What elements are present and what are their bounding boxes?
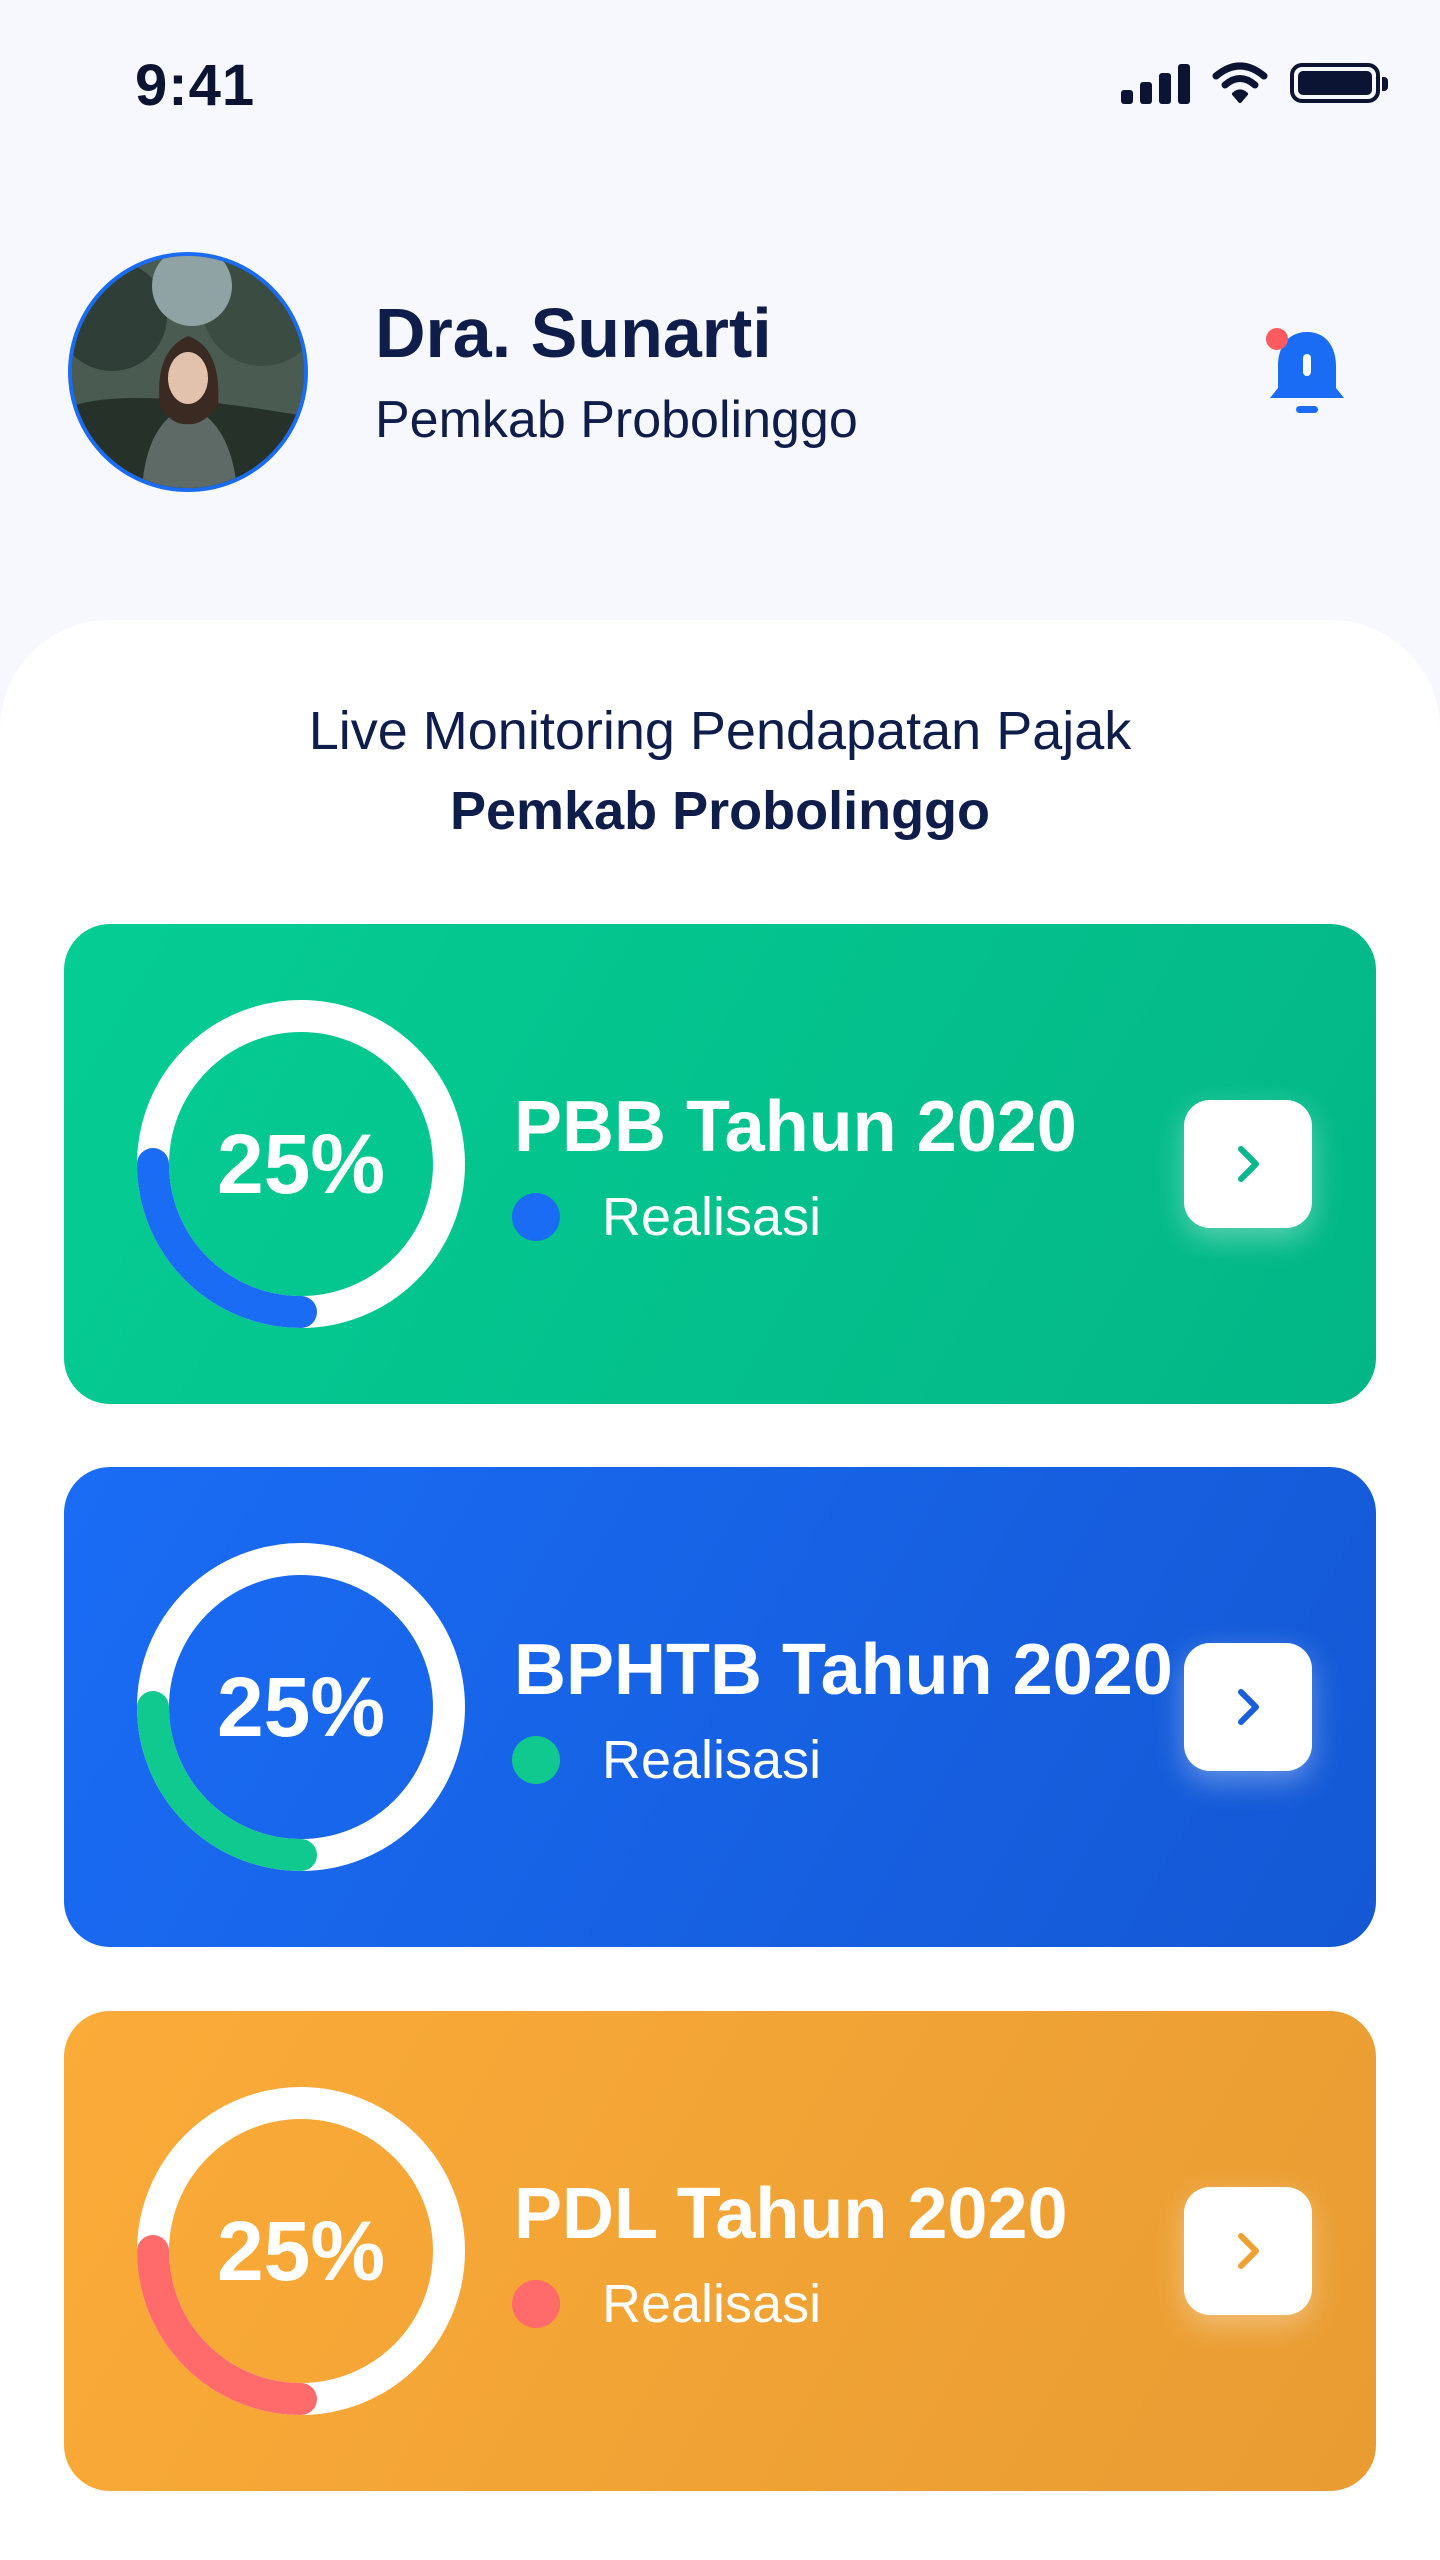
chevron-right-icon — [1238, 2233, 1259, 2269]
chevron-right-icon — [1238, 1689, 1259, 1725]
bell-icon — [1266, 328, 1344, 413]
status-icons — [1121, 62, 1388, 104]
legend: Realisasi — [512, 1186, 821, 1248]
progress-value: 25% — [216, 1116, 386, 1211]
cellular-signal-icon — [1121, 62, 1190, 104]
legend-label: Realisasi — [602, 1187, 822, 1247]
card-bphtb[interactable]: 25% BPHTB Tahun 2020 Realisasi — [64, 1467, 1376, 1947]
legend-dot — [512, 1736, 560, 1784]
progress-value: 25% — [216, 2203, 386, 2298]
legend-label: Realisasi — [602, 2274, 822, 2334]
card-title: BPHTB Tahun 2020 — [514, 1630, 1173, 1710]
progress-value: 25% — [216, 1659, 386, 1754]
status-bar: 9:41 — [0, 0, 1440, 180]
sheet-title: Live Monitoring Pendapatan Pajak — [308, 701, 1132, 761]
sheet-subtitle: Pemkab Probolinggo — [449, 781, 991, 841]
progress-ring: 25% — [137, 2087, 465, 2415]
battery-icon — [1290, 63, 1388, 103]
notification-button[interactable] — [1262, 322, 1352, 422]
progress-ring: 25% — [137, 1000, 465, 1328]
legend-dot — [512, 2280, 560, 2328]
status-time: 9:41 — [135, 53, 256, 118]
legend: Realisasi — [512, 2273, 821, 2335]
wifi-icon — [1212, 62, 1268, 103]
avatar-photo — [72, 256, 304, 488]
notification-dot — [1266, 328, 1288, 350]
legend: Realisasi — [512, 1729, 821, 1791]
card-pdl[interactable]: 25% PDL Tahun 2020 Realisasi — [64, 2011, 1376, 2491]
profile-name: Dra. Sunarti — [375, 294, 772, 372]
card-arrow-button[interactable] — [1184, 2187, 1312, 2315]
card-arrow-button[interactable] — [1184, 1100, 1312, 1228]
legend-label: Realisasi — [602, 1730, 822, 1790]
chevron-right-icon — [1238, 1146, 1259, 1182]
legend-dot — [512, 1193, 560, 1241]
profile-organization: Pemkab Probolinggo — [375, 391, 858, 449]
avatar[interactable] — [68, 252, 308, 492]
card-title: PDL Tahun 2020 — [514, 2174, 1068, 2254]
card-arrow-button[interactable] — [1184, 1643, 1312, 1771]
progress-ring: 25% — [137, 1543, 465, 1871]
card-title: PBB Tahun 2020 — [514, 1087, 1077, 1167]
card-pbb[interactable]: 25% PBB Tahun 2020 Realisasi — [64, 924, 1376, 1404]
